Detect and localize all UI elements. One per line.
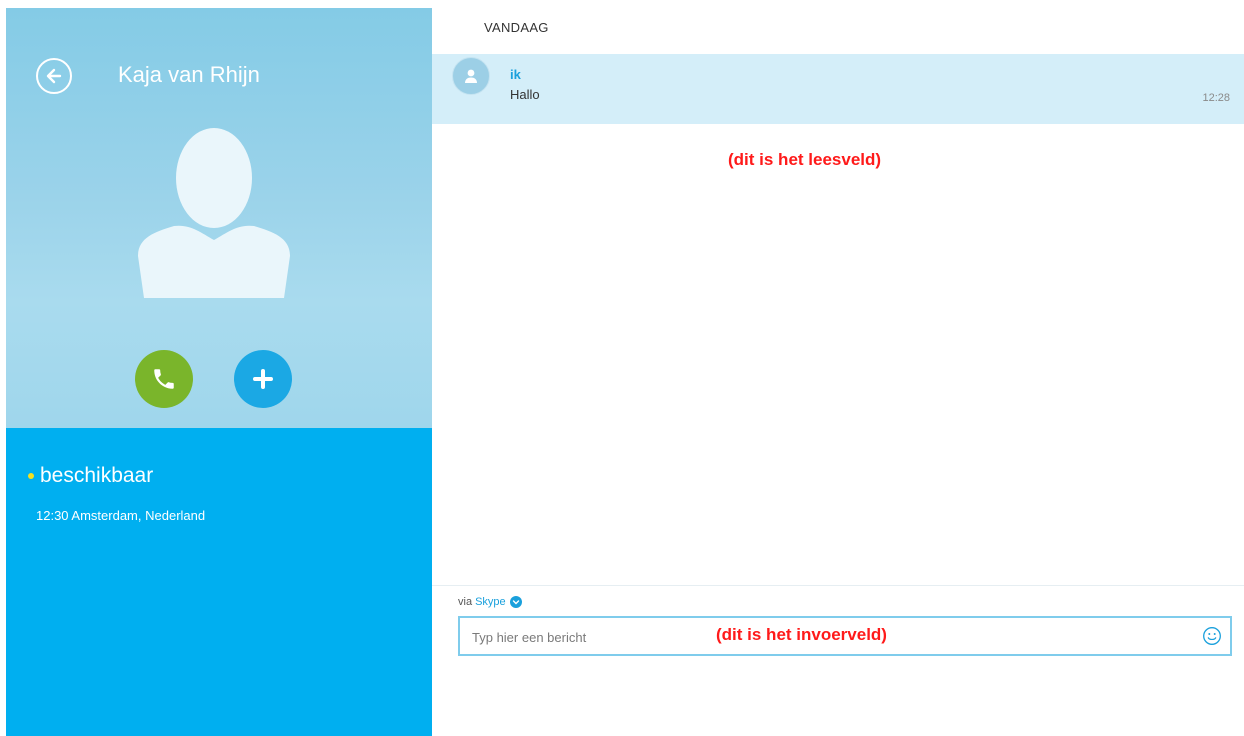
person-icon bbox=[465, 69, 477, 83]
input-area-annotation: (dit is het invoerveld) bbox=[716, 625, 887, 644]
message-sender: ik bbox=[510, 67, 521, 82]
call-button[interactable] bbox=[135, 350, 193, 408]
conversation-panel: VANDAAG ik Hallo 12:28 (dit is het leesv… bbox=[432, 0, 1244, 736]
via-prefix: via bbox=[458, 596, 473, 608]
chevron-down-icon[interactable] bbox=[509, 596, 522, 608]
phone-icon bbox=[154, 369, 174, 389]
back-arrow-icon bbox=[46, 68, 62, 84]
message-input-box: (dit is het invoerveld) bbox=[458, 616, 1232, 656]
day-header: VANDAAG bbox=[484, 20, 549, 35]
contact-status-area: beschikbaar 12:30 Amsterdam, Nederland bbox=[6, 428, 432, 736]
contact-location: 12:30 Amsterdam, Nederland bbox=[36, 508, 206, 523]
avatar bbox=[452, 57, 490, 95]
plus-icon bbox=[253, 369, 273, 389]
back-button[interactable] bbox=[36, 58, 72, 94]
message-text: Hallo bbox=[510, 87, 540, 102]
contact-panel: Kaja van Rhijn beschikbaar 12:30 Amsterd… bbox=[6, 8, 432, 736]
message-input[interactable] bbox=[472, 627, 712, 647]
via-service-selector: via Skype bbox=[458, 596, 522, 608]
read-area-annotation: (dit is het leesveld) bbox=[728, 150, 882, 169]
message-item[interactable]: ik Hallo 12:28 bbox=[432, 54, 1244, 124]
contact-name: Kaja van Rhijn bbox=[118, 62, 260, 87]
presence-status: beschikbaar bbox=[28, 464, 153, 488]
divider bbox=[432, 585, 1244, 586]
add-button[interactable] bbox=[234, 350, 292, 408]
contact-profile-header: Kaja van Rhijn bbox=[6, 8, 432, 428]
status-dot-icon bbox=[28, 473, 34, 479]
via-service-link[interactable]: Skype bbox=[475, 596, 506, 608]
person-icon bbox=[138, 128, 290, 298]
smiley-icon[interactable] bbox=[1202, 626, 1222, 646]
message-time: 12:28 bbox=[1202, 92, 1230, 104]
status-label: beschikbaar bbox=[40, 464, 154, 487]
